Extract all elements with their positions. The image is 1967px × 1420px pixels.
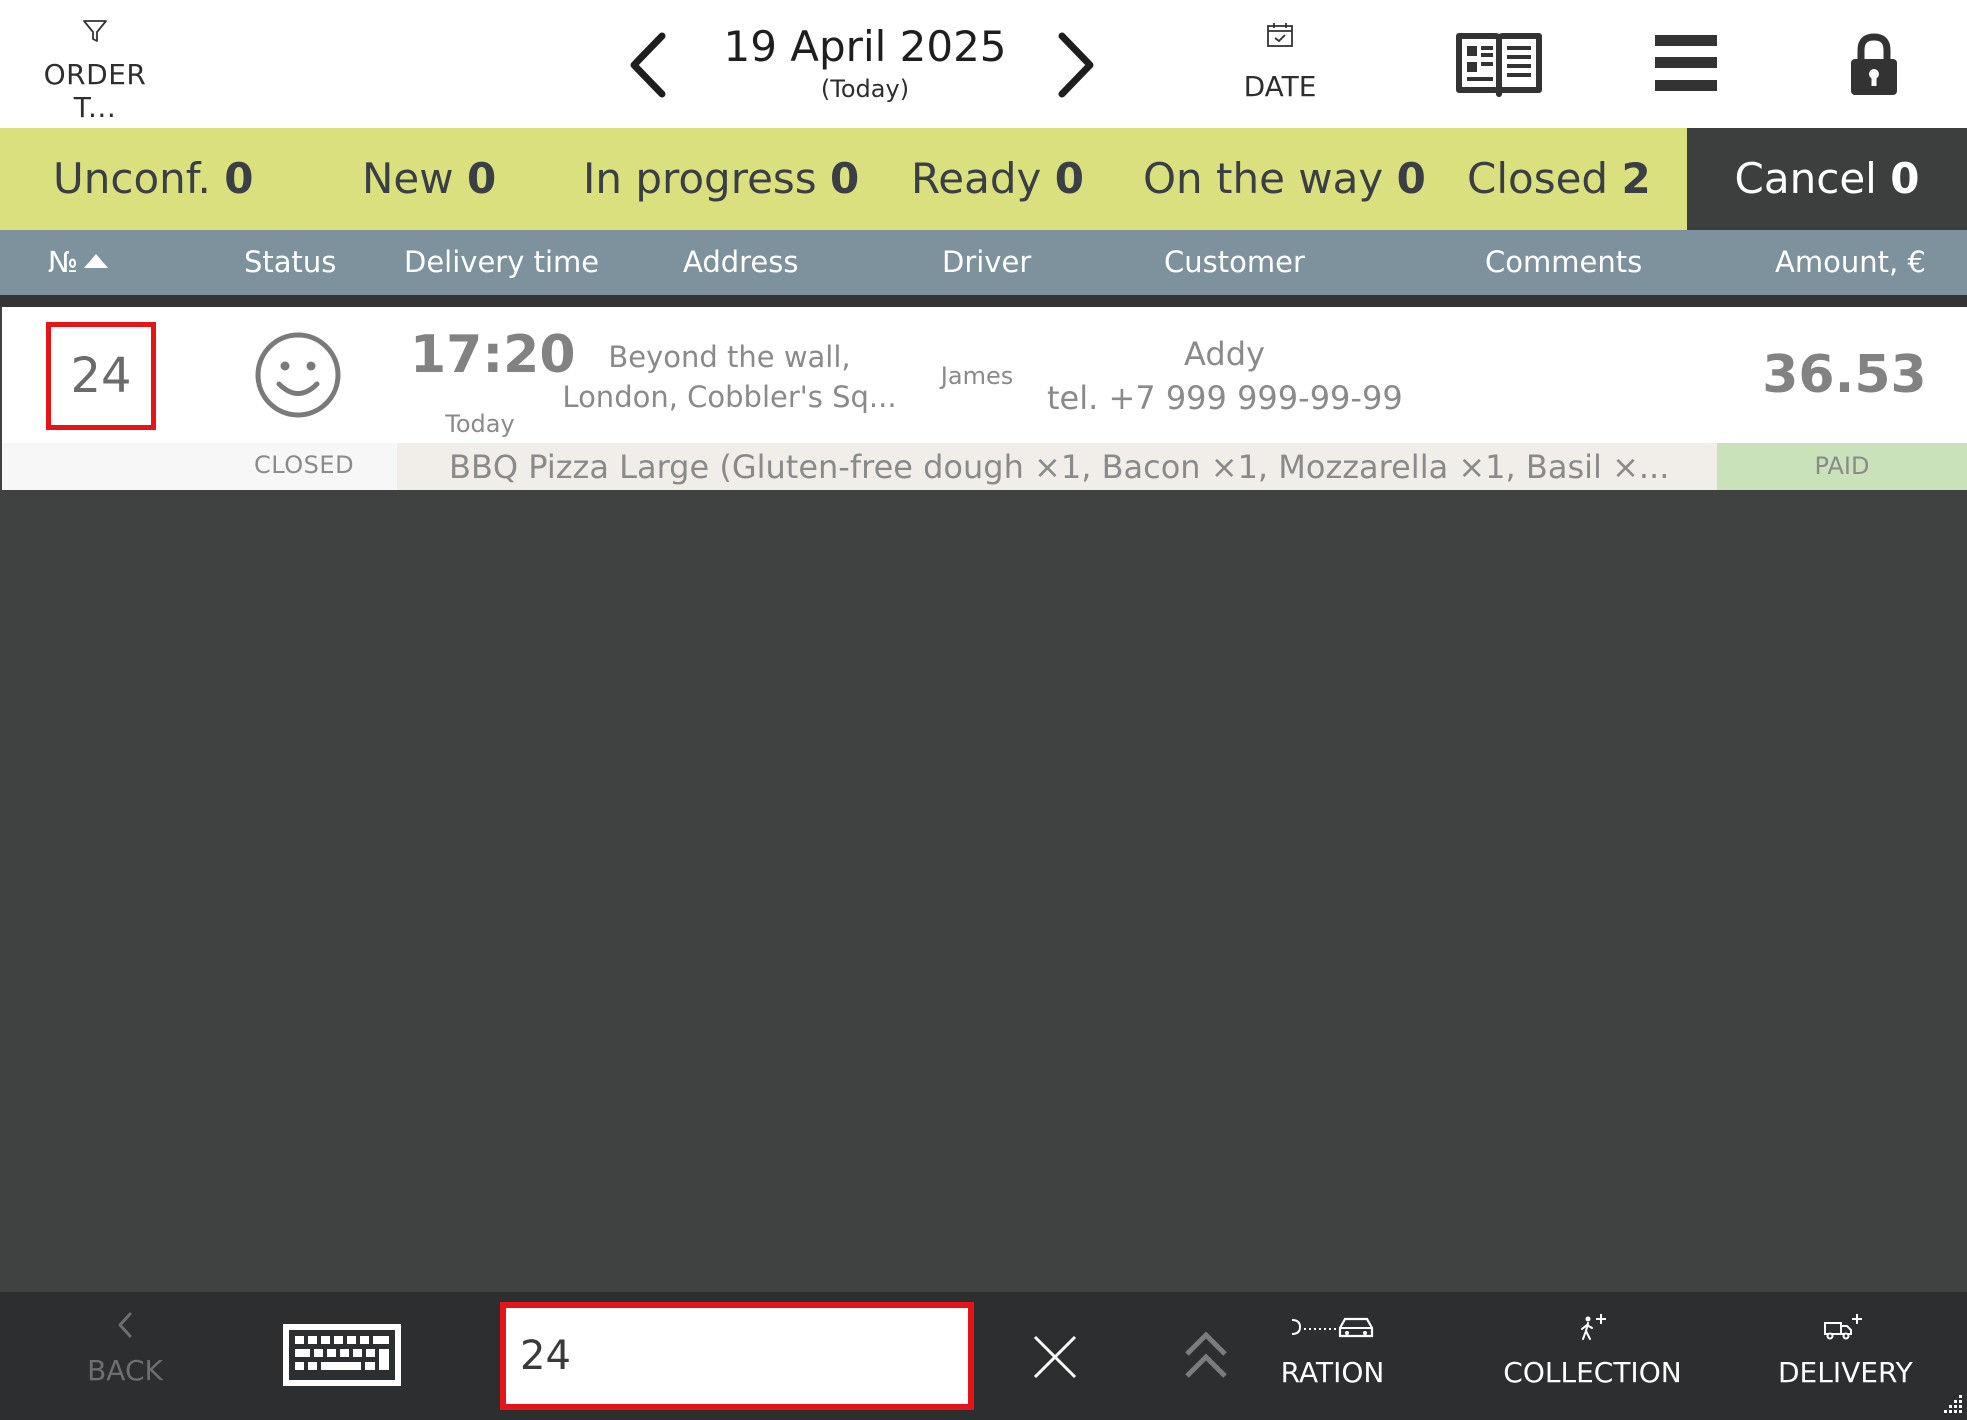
tab-cancel[interactable]: Cancel 0 [1687, 128, 1967, 230]
top-bar: ORDER T... 19 April 2025 (Today) DATE [0, 0, 1967, 128]
collection-button[interactable]: COLLECTION [1500, 1312, 1685, 1389]
driver-name: James [940, 362, 1014, 390]
close-icon[interactable] [1032, 1334, 1078, 1380]
order-amount: 36.53 [1762, 345, 1927, 405]
order-search-input[interactable] [500, 1302, 974, 1410]
order-type-label: ORDER T... [43, 58, 147, 124]
chevron-left-icon [630, 32, 666, 98]
double-chevron-up-icon[interactable] [1183, 1330, 1229, 1382]
order-items: BBQ Pizza Large (Gluten-free dough ×1, B… [449, 448, 1670, 486]
car-route-icon [1291, 1317, 1373, 1338]
delivery-label: DELIVERY [1778, 1356, 1913, 1389]
delivery-day: Today [445, 410, 515, 438]
current-date: 19 April 2025 (Today) [700, 22, 1030, 103]
order-type-filter-button[interactable]: ORDER T... [20, 18, 170, 124]
walking-person-plus-icon [1580, 1314, 1606, 1340]
tab-closed[interactable]: Closed 2 [1467, 128, 1651, 230]
delivery-time: 17:20 [410, 325, 576, 385]
status-strip: CLOSED [2, 443, 397, 490]
chevron-left-icon [118, 1312, 132, 1338]
status-tabs: Unconf. 0 New 0 In progress 0 Ready 0 On… [0, 128, 1967, 230]
items-strip: BBQ Pizza Large (Gluten-free dough ×1, B… [397, 443, 1717, 490]
back-label: BACK [87, 1354, 163, 1387]
customer-name: Addy [1184, 335, 1265, 373]
tab-in-progress[interactable]: In progress 0 [583, 128, 859, 230]
date-sub: (Today) [820, 75, 910, 103]
keyboard-icon[interactable] [283, 1324, 401, 1386]
column-header: № Status Delivery time Address Driver Cu… [0, 230, 1967, 295]
date-picker-button[interactable]: DATE [1225, 22, 1335, 103]
back-button[interactable]: BACK [70, 1310, 180, 1387]
header-divider [0, 295, 1967, 307]
tab-unconfirmed[interactable]: Unconf. 0 [53, 128, 253, 230]
col-number[interactable]: № [48, 230, 109, 295]
truck-plus-icon [1824, 1314, 1862, 1340]
smiley-status-icon [255, 332, 341, 418]
collection-label: COLLECTION [1503, 1356, 1682, 1389]
col-delivery-time[interactable]: Delivery time [404, 230, 599, 295]
col-customer[interactable]: Customer [1164, 230, 1305, 295]
aggregation-label: RATION [1280, 1356, 1385, 1389]
menu-book-icon[interactable] [1455, 28, 1543, 98]
lock-icon[interactable] [1848, 32, 1900, 96]
col-address[interactable]: Address [683, 230, 799, 295]
col-status[interactable]: Status [244, 230, 336, 295]
next-date-button[interactable] [1052, 30, 1102, 100]
tab-new[interactable]: New 0 [362, 128, 496, 230]
hamburger-icon[interactable] [1655, 33, 1717, 93]
filter-icon [83, 20, 107, 42]
bottom-toolbar: BACK RATION [0, 1292, 1967, 1420]
address-line-2: London, Cobbler's Sq... [562, 380, 897, 414]
address: Beyond the wall, London, Cobbler's Sq... [562, 337, 897, 417]
tab-ready[interactable]: Ready 0 [911, 128, 1084, 230]
chevron-right-icon [1058, 32, 1094, 98]
date-main: 19 April 2025 [723, 22, 1007, 71]
col-driver[interactable]: Driver [942, 230, 1031, 295]
prev-date-button[interactable] [622, 30, 672, 100]
col-amount[interactable]: Amount, € [1775, 230, 1926, 295]
col-comments[interactable]: Comments [1485, 230, 1642, 295]
status-badge: CLOSED [254, 451, 355, 479]
table-row[interactable]: 24 17:20 Today Beyond the wall, London, … [2, 307, 1967, 490]
address-line-1: Beyond the wall, [608, 340, 851, 374]
date-button-label: DATE [1243, 70, 1317, 103]
aggregation-button[interactable]: RATION [1270, 1312, 1395, 1389]
resize-grip-icon[interactable] [1936, 1390, 1964, 1418]
calendar-icon [1267, 23, 1293, 47]
tab-on-the-way[interactable]: On the way 0 [1143, 128, 1426, 230]
sort-ascending-icon [84, 254, 109, 268]
order-number: 24 [46, 322, 156, 430]
payment-badge: PAID [1717, 443, 1967, 490]
customer-phone: tel. +7 999 999-99-99 [1047, 379, 1403, 417]
delivery-button[interactable]: DELIVERY [1778, 1312, 1913, 1389]
